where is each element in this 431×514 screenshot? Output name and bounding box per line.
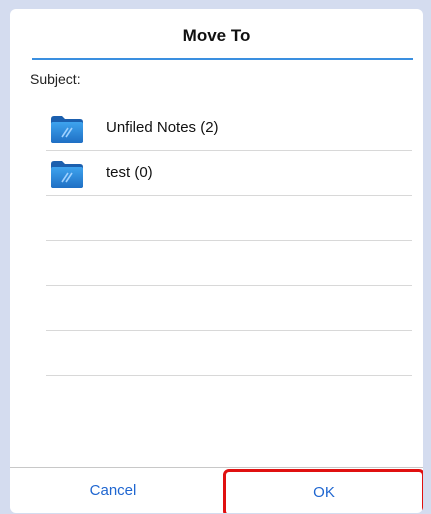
empty-row (46, 241, 412, 286)
ok-button[interactable]: OK (223, 469, 423, 513)
folder-icon (51, 161, 83, 188)
folder-item-unfiled-notes[interactable]: Unfiled Notes (2) (46, 106, 412, 151)
folder-label: Unfiled Notes (2) (106, 119, 219, 136)
folder-item-test[interactable]: test (0) (46, 151, 412, 196)
move-to-dialog: Move To Subject: Unfiled Notes (2) test … (10, 9, 423, 513)
empty-row (46, 286, 412, 331)
cancel-button[interactable]: Cancel (10, 468, 216, 513)
empty-row (46, 331, 412, 376)
dialog-title: Move To (182, 26, 251, 45)
empty-row (46, 196, 412, 241)
folder-list: Unfiled Notes (2) test (0) (46, 106, 412, 376)
folder-label: test (0) (106, 164, 153, 181)
subject-label: Subject: (30, 71, 81, 87)
dialog-footer: Cancel OK (10, 467, 423, 513)
folder-icon (51, 116, 83, 143)
title-divider (32, 58, 413, 60)
